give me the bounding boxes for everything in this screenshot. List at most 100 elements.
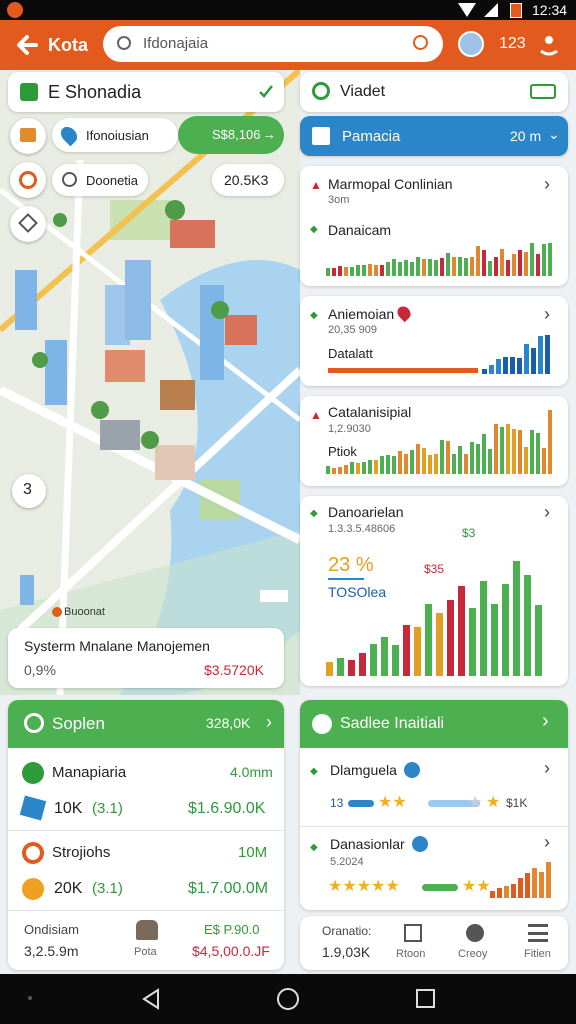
rating-item-2[interactable]: ◆ Danasionlar › 5.2024 ★★★★★ ★★ [300,830,568,906]
spark-bar [380,265,384,276]
spark-bar [518,430,522,474]
avatar[interactable] [458,31,484,57]
clear-search-icon[interactable] [413,35,428,50]
search-icon [117,36,131,50]
nav-dot [28,996,32,1000]
spark-bar [404,454,408,474]
location-pin-icon [312,82,330,100]
summary-row-3[interactable]: Strojiohs 10M [8,834,284,870]
spark-bar [436,613,443,676]
stat-card-2[interactable]: ◆ Aniemoian 20,35 909 › Datalatt [300,296,568,386]
spark-bar [476,444,480,474]
chip-1-label: Ifonoiusian [86,128,149,143]
spark-bar [506,260,510,276]
spark-bar [398,451,402,474]
footer-right-title: E$ P.90.0 [204,922,260,937]
progress-track [328,368,478,373]
spark-bars-1 [326,236,556,276]
toolbar-item-2[interactable]: Creoy [458,922,494,966]
toolbar-item-1[interactable]: Rtoon [396,922,432,966]
spark-bars-3 [326,408,554,474]
spark-bar [440,440,444,474]
ratings-header[interactable]: Sadlee Inaitiali › [300,700,568,748]
doc-icon [312,127,330,145]
spark-bar [536,254,540,276]
stat-card-3[interactable]: ▲ Catalanisipial 1,2.9030 Ptiok [300,396,568,486]
rating-item-1[interactable]: ◆ Dlamguela › 13 ★★ ★ ★ $1K [300,754,568,824]
summary-row-4[interactable]: 20K (3.1) $1.7.00.0M [8,870,284,906]
spark-bar [326,268,330,276]
chart-icon [22,762,44,784]
map-title: E Shonadia [48,82,142,102]
spark-bar [452,454,456,474]
spark-bar [546,862,551,898]
map-bottom-sheet[interactable]: Systerm Mnalane Manojemen 0,9% $3.5720K [8,628,284,688]
row-2-label: 10K [54,800,83,817]
profile-icon[interactable] [538,32,560,56]
spark-bar [398,262,402,276]
map-pin-icon[interactable] [20,575,34,605]
back-icon[interactable] [140,988,162,1010]
spark-bar [480,581,487,676]
back-arrow-icon[interactable] [14,32,40,58]
location-chip-1[interactable]: Ifonoiusian [52,118,178,152]
spark-bar [510,357,515,374]
system-nav-bar [0,974,576,1024]
notification-count: 123 [499,35,526,52]
spark-bar [464,258,468,276]
spark-bar [392,645,399,676]
spark-bar [496,359,501,374]
spark-bar [503,357,508,374]
toolbar-item-3-label: Fitien [524,948,551,960]
toolbar-item-3[interactable]: Fitien [522,922,558,966]
map-tool-button-1[interactable] [10,118,46,154]
stat-card-1[interactable]: ▲ Marmopal Conlinian 3om › ◆ Danaicam [300,166,568,286]
spark-bar [458,586,465,676]
spark-bar [512,429,516,474]
summary-row-2[interactable]: 10K (3.1) $1.6.90.0K [8,790,284,826]
divider [8,830,284,831]
spark-bar [545,335,550,374]
check-icon[interactable] [258,84,274,100]
spark-bar [538,336,543,374]
blue-card-value: 20 m [510,128,542,144]
chevron-right-icon: › [544,502,550,522]
spark-bar [532,868,537,898]
pamacia-card[interactable]: Pamacia 20 m ⌄ [300,116,568,156]
right-top-card[interactable]: Viadet [300,72,568,112]
summary-row-1[interactable]: Manapiaria 4.0mm [8,754,284,790]
spark-bar [370,644,377,676]
sheet-title: Systerm Mnalane Manojemen [24,638,210,654]
spark-bar [488,449,492,474]
map-tool-button-3[interactable] [10,206,46,242]
star-icons: ★★ [462,878,491,895]
spark-bar [536,433,540,474]
home-icon[interactable] [277,988,299,1010]
pet-icon[interactable] [136,920,158,940]
summary-card: Soplen 328,0K › Manapiaria 4.0mm 10K (3.… [8,700,284,970]
spark-bar [502,584,509,676]
document-icon [404,924,422,942]
map-tool-button-2[interactable] [10,162,46,198]
row-2-sub: (3.1) [92,800,123,817]
bar-green [422,884,458,891]
chip-1-value-button[interactable]: S$8,106 → [178,116,284,154]
recents-icon[interactable] [416,989,435,1008]
row-2-value: $1.6.90.0K [188,800,266,817]
stat-card-4[interactable]: ◆ Danoarielan 1.3.3.5.48606 › 23 % TOSOl… [300,496,568,686]
spark-bar [500,427,504,474]
person-icon [466,924,484,942]
chip-2-value[interactable]: 20.5K3 [212,164,284,196]
summary-header[interactable]: Soplen 328,0K › [8,700,284,748]
stat-4-title: Danoarielan [328,504,404,520]
chevron-right-icon: › [544,304,550,324]
map-marker[interactable]: 3 [12,474,46,508]
location-chip-2[interactable]: Doonetia [52,164,148,196]
rating-1-title: Dlamguela [330,762,397,778]
footer-right-value: $4,5,00.0.JF [192,943,270,959]
spark-bar [506,424,510,474]
footer-left-title: Ondisiam [24,922,79,937]
search-input[interactable]: Ifdonajaia [103,26,443,62]
row-3-label: Strojiohs [52,844,111,861]
chip-1-value: S$8,106 [212,127,261,142]
